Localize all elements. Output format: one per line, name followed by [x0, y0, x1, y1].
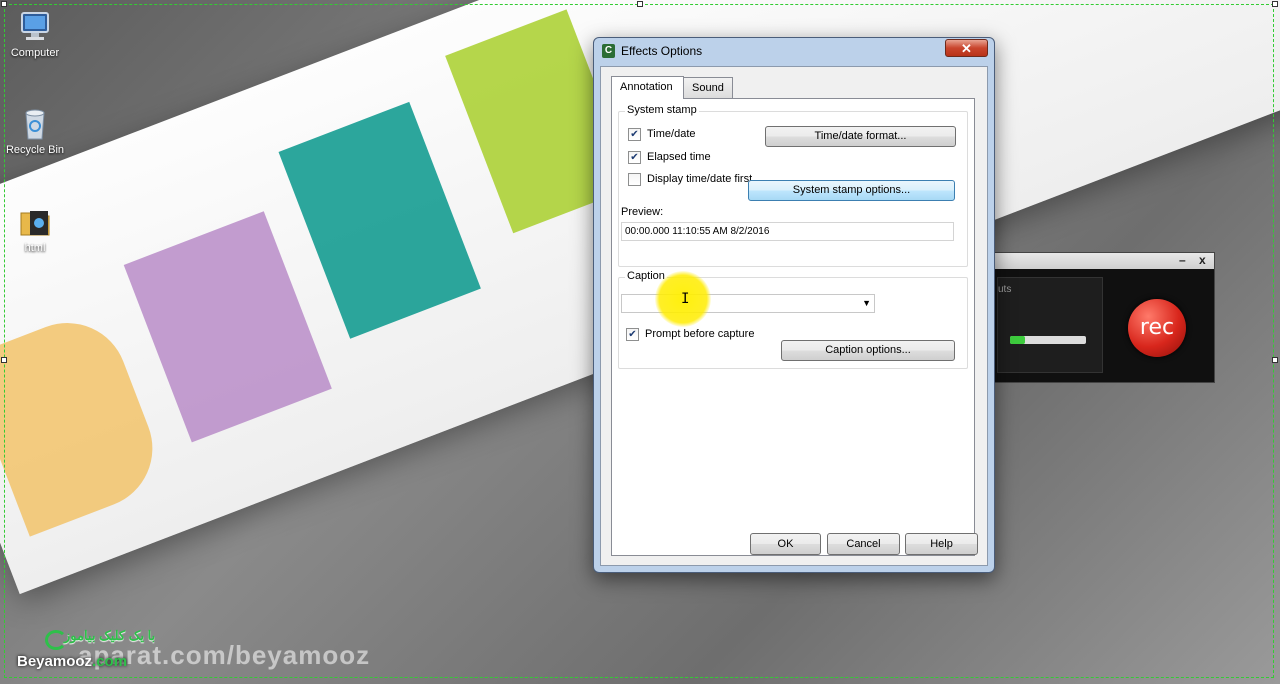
help-button[interactable]: Help: [905, 533, 978, 555]
tab-annotation[interactable]: Annotation: [611, 76, 684, 99]
volume-slider[interactable]: [1010, 336, 1086, 344]
system-stamp-options-button[interactable]: System stamp options...: [748, 180, 955, 201]
prompt-before-capture-checkbox[interactable]: ✔: [626, 328, 639, 341]
elapsed-time-checkbox[interactable]: ✔: [628, 151, 641, 164]
watermark-brand: Beyamooz.com: [17, 653, 127, 670]
desktop-icon-recycle-bin[interactable]: Recycle Bin: [0, 107, 70, 156]
dialog-title: Effects Options: [621, 44, 703, 58]
effects-options-dialog: C Effects Options ✕ Annotation Sound Sys…: [593, 37, 995, 573]
banner-letter-e: [123, 211, 332, 443]
selection-handle-top-right[interactable]: [1272, 1, 1278, 7]
desktop-icon-html[interactable]: html: [0, 205, 70, 254]
caption-options-button[interactable]: Caption options...: [781, 340, 955, 361]
system-stamp-group-label: System stamp: [625, 104, 699, 116]
desktop-icon-label: html: [24, 242, 46, 254]
selection-handle-middle-left[interactable]: [1, 357, 7, 363]
caption-group: Caption ▼ ✔ Prompt before capture Captio…: [618, 270, 968, 369]
preview-label: Preview:: [621, 206, 664, 218]
chevron-down-icon[interactable]: ▼: [862, 298, 871, 308]
selection-handle-middle-right[interactable]: [1272, 357, 1278, 363]
banner-letter-b: [0, 305, 170, 537]
time-date-checkbox-label: Time/date: [647, 128, 696, 140]
time-date-format-button[interactable]: Time/date format...: [765, 126, 956, 147]
dialog-client-area: Annotation Sound System stamp ✔ Time/dat…: [600, 66, 988, 566]
recorder-minimize-button[interactable]: –: [1179, 253, 1186, 267]
annotation-tab-page: System stamp ✔ Time/date ✔ Elapsed time …: [611, 98, 975, 556]
recorder-inputs-panel: uts: [997, 277, 1103, 373]
caption-group-label: Caption: [625, 270, 667, 282]
caption-combobox[interactable]: ▼: [621, 294, 875, 313]
recorder-widget[interactable]: – x uts rec: [990, 252, 1215, 383]
recycle-bin-icon: [18, 107, 52, 141]
desktop-icon-computer[interactable]: Computer: [0, 10, 70, 59]
camtasia-app-icon: C: [602, 44, 615, 58]
dialog-titlebar[interactable]: C Effects Options ✕: [594, 38, 994, 64]
display-time-date-first-checkbox-label: Display time/date first: [647, 173, 753, 185]
recorder-close-button[interactable]: x: [1199, 253, 1206, 267]
preview-field: 00:00.000 11:10:55 AM 8/2/2016: [621, 222, 954, 241]
volume-slider-fill: [1010, 336, 1026, 344]
system-stamp-group: System stamp ✔ Time/date ✔ Elapsed time …: [618, 104, 968, 267]
watermark-brand-suffix: .com: [92, 653, 128, 670]
close-button[interactable]: ✕: [945, 39, 988, 57]
recorder-inputs-label: uts: [998, 284, 1012, 295]
tab-sound[interactable]: Sound: [683, 77, 733, 98]
selection-handle-top-center[interactable]: [637, 1, 643, 7]
prompt-before-capture-checkbox-label: Prompt before capture: [645, 328, 755, 340]
recorder-titlebar[interactable]: – x: [991, 253, 1214, 269]
watermark-brand-name: Beyamooz: [17, 653, 93, 670]
folder-icon: [18, 205, 52, 239]
desktop-icon-label: Computer: [10, 47, 60, 59]
record-button[interactable]: rec: [1128, 299, 1186, 357]
cancel-button[interactable]: Cancel: [827, 533, 900, 555]
desktop-icon-label: Recycle Bin: [5, 144, 65, 156]
banner-letter-y: [278, 101, 481, 339]
elapsed-time-checkbox-label: Elapsed time: [647, 151, 711, 163]
selection-handle-top-left[interactable]: [1, 1, 7, 7]
time-date-checkbox[interactable]: ✔: [628, 128, 641, 141]
ok-button[interactable]: OK: [750, 533, 821, 555]
display-time-date-first-checkbox[interactable]: [628, 173, 641, 186]
computer-icon: [18, 10, 52, 44]
